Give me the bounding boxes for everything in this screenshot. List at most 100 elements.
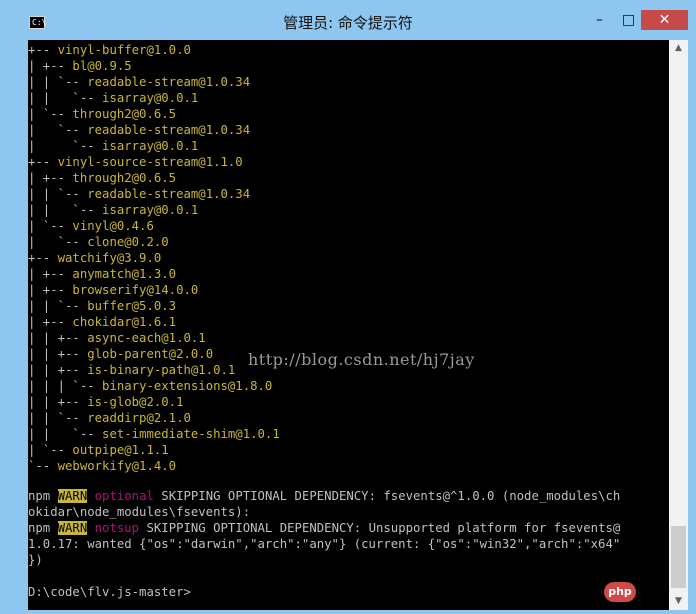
tree-branch: | | `-- xyxy=(28,299,88,313)
tree-line: +-- vinyl-buffer@1.0.0 xyxy=(28,42,191,58)
tree-line: | `-- vinyl@0.4.6 xyxy=(28,218,154,234)
tree-line: | | `-- buffer@5.0.3 xyxy=(28,298,176,314)
tree-branch: | | `-- xyxy=(28,411,88,425)
tree-line: | | `-- isarray@0.0.1 xyxy=(28,90,198,106)
tree-line: | `-- readable-stream@1.0.34 xyxy=(28,122,250,138)
tree-line: | | `-- readdirp@2.1.0 xyxy=(28,410,191,426)
vertical-scrollbar[interactable]: ▲ ▼ xyxy=(669,40,688,610)
package-name: readdirp@2.1.0 xyxy=(87,411,191,425)
package-name: anymatch@1.3.0 xyxy=(72,267,177,281)
package-name: vinyl@0.4.6 xyxy=(72,219,154,233)
minimize-button[interactable]: – xyxy=(586,10,613,30)
warn-line-optional-cont: okidar\node_modules\fsevents): xyxy=(28,505,251,519)
package-name: isarray@0.0.1 xyxy=(102,203,199,217)
title-bar[interactable]: C:\ 管理员: 命令提示符 – □ ✕ xyxy=(0,0,696,40)
tree-line: | `-- clone@0.2.0 xyxy=(28,234,169,250)
tree-branch: | | +-- xyxy=(28,347,88,361)
package-name: clone@0.2.0 xyxy=(87,235,169,249)
package-name: binary-extensions@1.8.0 xyxy=(102,379,273,393)
tree-branch: | | `-- xyxy=(28,75,88,89)
package-name: readable-stream@1.0.34 xyxy=(87,187,251,201)
tree-line: | | `-- readable-stream@1.0.34 xyxy=(28,74,250,90)
console-output[interactable]: +-- vinyl-buffer@1.0.0 | +-- bl@0.9.5 | | … xyxy=(28,40,669,610)
tree-branch: | | | `-- xyxy=(28,379,103,393)
tree-branch: | | +-- xyxy=(28,395,88,409)
npm-label: npm xyxy=(28,489,58,503)
tree-branch: `-- xyxy=(28,459,58,473)
warn-badge: WARN xyxy=(57,521,88,535)
tree-branch: | | `-- xyxy=(28,91,103,105)
command-prompt[interactable]: D:\code\flv.js-master> xyxy=(28,584,191,600)
tree-line: | +-- chokidar@1.6.1 xyxy=(28,314,176,330)
tree-branch: | | +-- xyxy=(28,363,88,377)
tree-line: | | +-- is-glob@2.0.1 xyxy=(28,394,183,410)
warn-tag: optional xyxy=(94,489,154,503)
package-name: readable-stream@1.0.34 xyxy=(87,75,251,89)
tree-line: | | `-- readable-stream@1.0.34 xyxy=(28,186,250,202)
npm-label: npm xyxy=(28,521,58,535)
maximize-button[interactable]: □ xyxy=(615,10,642,30)
tree-branch: | `-- xyxy=(28,219,73,233)
tree-line: +-- watchify@3.9.0 xyxy=(28,250,161,266)
tree-line: `-- webworkify@1.4.0 xyxy=(28,458,176,474)
package-name: async-each@1.0.1 xyxy=(87,331,206,345)
package-name: is-binary-path@1.0.1 xyxy=(87,363,236,377)
warn-line-notsup-cont2: }) xyxy=(28,553,43,567)
tree-branch: | `-- xyxy=(28,107,73,121)
package-name: set-immediate-shim@1.0.1 xyxy=(102,427,280,441)
tree-branch: | `-- xyxy=(28,123,88,137)
tree-branch: +-- xyxy=(28,251,58,265)
tree-branch: | | `-- xyxy=(28,427,103,441)
tree-line: +-- vinyl-source-stream@1.1.0 xyxy=(28,154,243,170)
tree-line: | +-- browserify@14.0.0 xyxy=(28,282,198,298)
tree-line: | +-- anymatch@1.3.0 xyxy=(28,266,176,282)
package-name: chokidar@1.6.1 xyxy=(72,315,177,329)
warn-line-notsup: npm WARN notsup SKIPPING OPTIONAL DEPEND… xyxy=(28,520,620,536)
package-name: bl@0.9.5 xyxy=(72,59,132,73)
tree-branch: | `-- xyxy=(28,139,103,153)
package-name: vinyl-source-stream@1.1.0 xyxy=(57,155,243,169)
tree-branch: | +-- xyxy=(28,267,73,281)
tree-line: | | +-- glob-parent@2.0.0 xyxy=(28,346,213,362)
tree-branch: | +-- xyxy=(28,315,73,329)
tree-line: | | +-- is-binary-path@1.0.1 xyxy=(28,362,235,378)
tree-branch: +-- xyxy=(28,155,58,169)
tree-line: | | +-- async-each@1.0.1 xyxy=(28,330,206,346)
tree-branch: +-- xyxy=(28,43,58,57)
tree-branch: | +-- xyxy=(28,59,73,73)
package-name: browserify@14.0.0 xyxy=(72,283,199,297)
package-name: through2@0.6.5 xyxy=(72,107,177,121)
package-name: watchify@3.9.0 xyxy=(57,251,162,265)
cmd-window: C:\ 管理员: 命令提示符 – □ ✕ +-- vinyl-buffer@1.… xyxy=(0,0,696,614)
package-name: buffer@5.0.3 xyxy=(87,299,177,313)
tree-branch: | | `-- xyxy=(28,203,103,217)
tree-line: | +-- bl@0.9.5 xyxy=(28,58,132,74)
tree-line: | | `-- set-immediate-shim@1.0.1 xyxy=(28,426,280,442)
tree-branch: | `-- xyxy=(28,443,73,457)
warn-line-optional: npm WARN optional SKIPPING OPTIONAL DEPE… xyxy=(28,488,620,504)
php-badge: php xyxy=(604,582,636,602)
tree-line: | `-- outpipe@1.1.1 xyxy=(28,442,169,458)
tree-line: | +-- through2@0.6.5 xyxy=(28,170,176,186)
blog-watermark: http://blog.csdn.net/hj7jay xyxy=(248,350,475,369)
package-name: outpipe@1.1.1 xyxy=(72,443,169,457)
package-name: isarray@0.0.1 xyxy=(102,139,199,153)
tree-branch: | +-- xyxy=(28,283,73,297)
tree-line: | `-- isarray@0.0.1 xyxy=(28,138,198,154)
scroll-down-arrow-icon[interactable]: ▼ xyxy=(669,593,688,610)
package-name: is-glob@2.0.1 xyxy=(87,395,184,409)
package-name: through2@0.6.5 xyxy=(72,171,177,185)
warn-text: SKIPPING OPTIONAL DEPENDENCY: fsevents@^… xyxy=(153,489,621,503)
tree-branch: | `-- xyxy=(28,235,88,249)
close-button[interactable]: ✕ xyxy=(641,10,688,30)
warn-tag: notsup xyxy=(94,521,140,535)
package-name: isarray@0.0.1 xyxy=(102,91,199,105)
package-name: vinyl-buffer@1.0.0 xyxy=(57,43,191,57)
package-name: readable-stream@1.0.34 xyxy=(87,123,251,137)
scroll-up-arrow-icon[interactable]: ▲ xyxy=(669,40,688,57)
warn-badge: WARN xyxy=(57,489,88,503)
warn-line-notsup-cont1: 1.0.17: wanted {"os":"darwin","arch":"an… xyxy=(28,537,621,551)
scrollbar-thumb[interactable] xyxy=(671,526,686,588)
